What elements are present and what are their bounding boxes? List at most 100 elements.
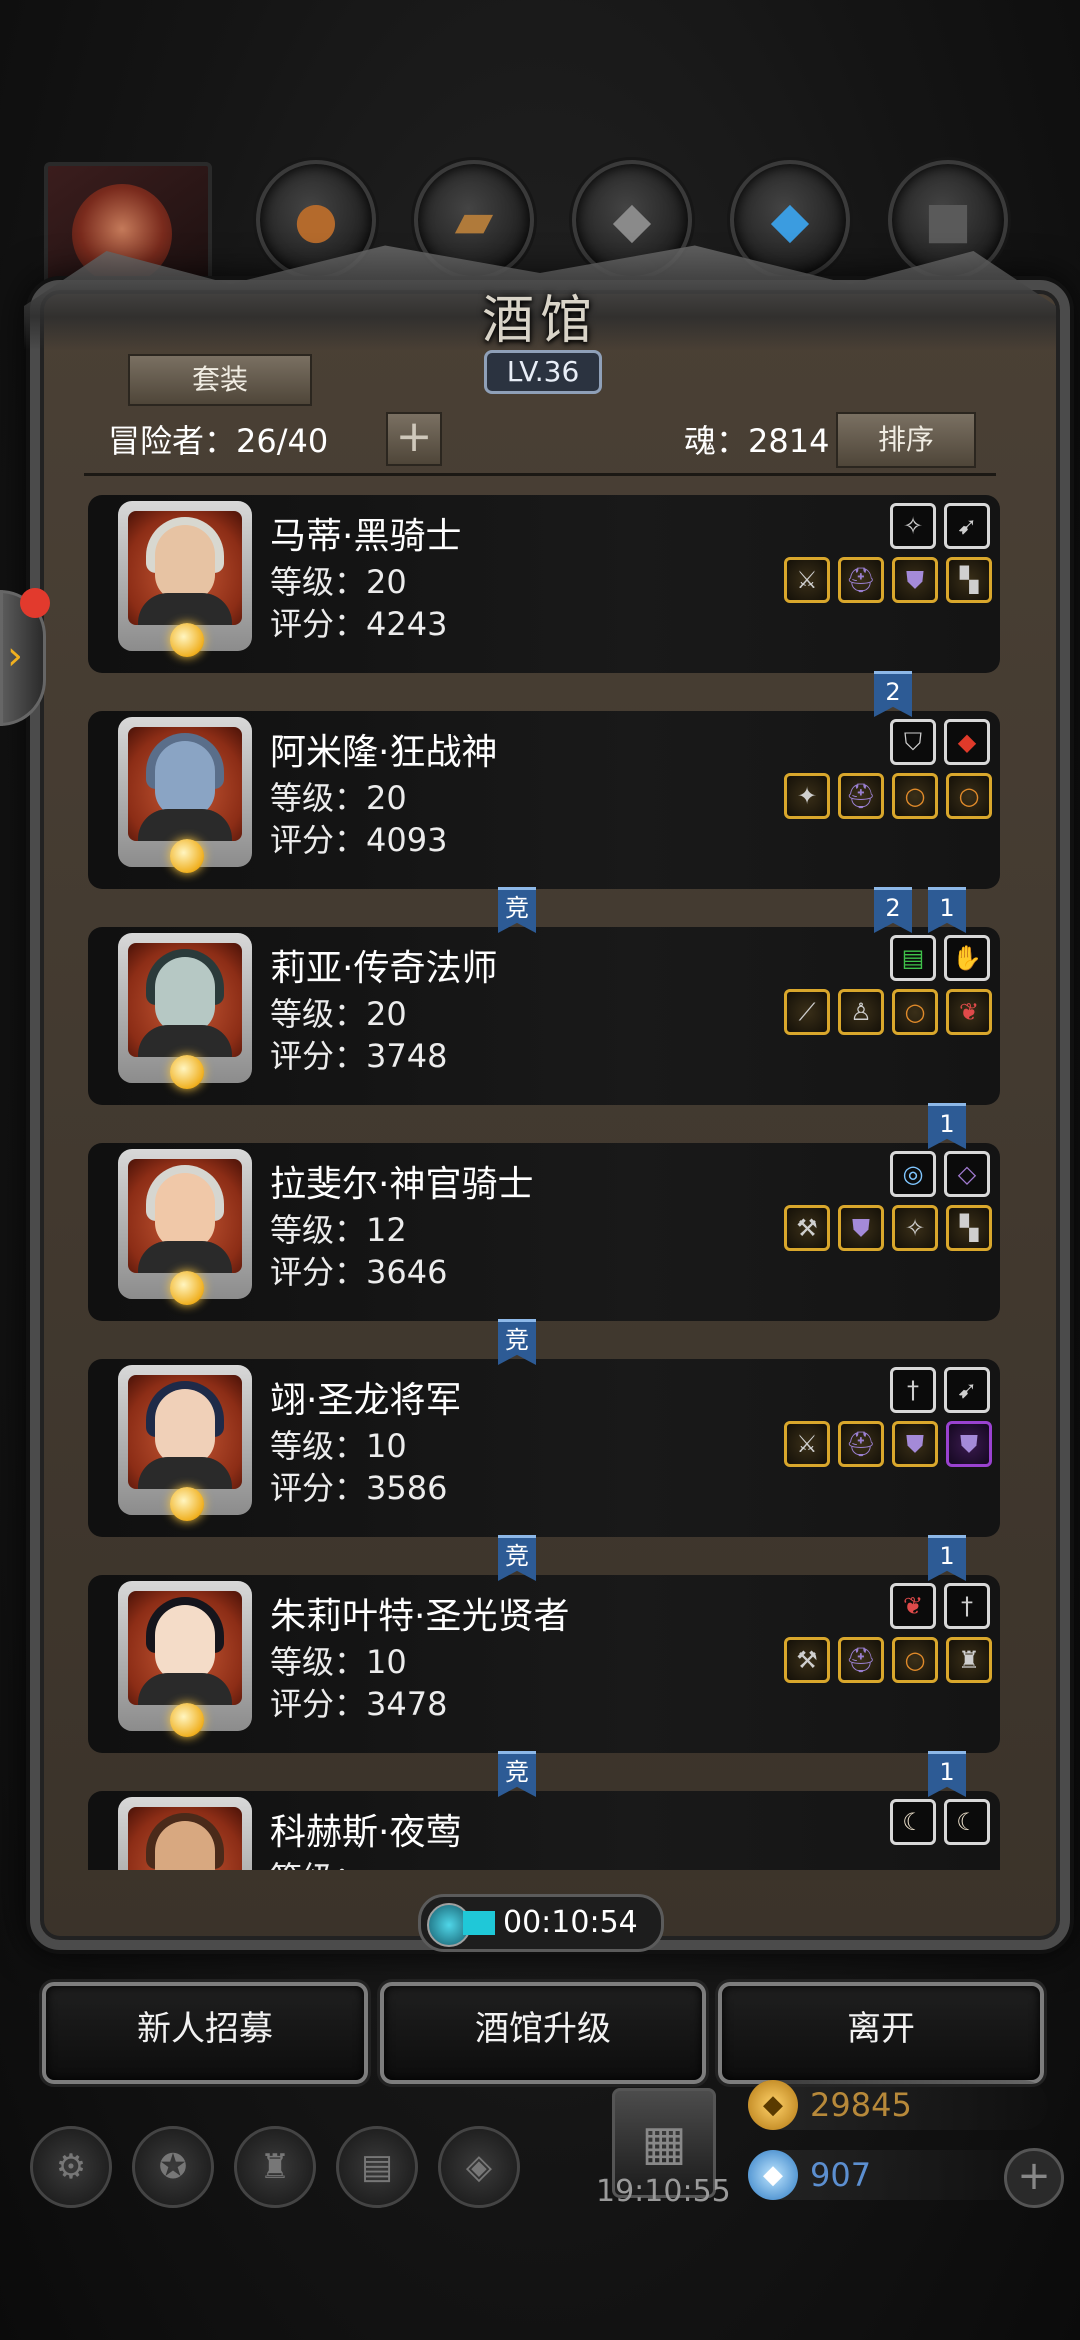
hero-card[interactable]: 拉斐尔·神官骑士 等级：12 评分：3646 ◎ ◇ ⚒ ⛊ ✧ ▚ <box>88 1143 1000 1321</box>
gem-icon[interactable]: ◆ <box>944 719 990 765</box>
hero-card[interactable]: 科赫斯·夜莺等级： ☾☾ <box>88 1791 1000 1870</box>
armor-icon[interactable]: ⛊ <box>892 1421 938 1467</box>
hero-name: 朱莉叶特·圣光贤者 <box>270 1596 570 1637</box>
hero-card[interactable]: 阿米隆·狂战神 等级：20 评分：4093 ⛉ ◆ ✦ ⛑ ○ ○ <box>88 711 1000 889</box>
bow-icon[interactable]: ➹ <box>944 503 990 549</box>
hero-avatar[interactable] <box>118 717 252 873</box>
armor-icon[interactable]: ⛊ <box>946 1421 992 1467</box>
map-icon[interactable]: ▤ <box>336 2126 418 2208</box>
hero-avatar[interactable] <box>118 933 252 1089</box>
cube-icon[interactable]: ◈ <box>438 2126 520 2208</box>
ring-icon[interactable]: ○ <box>892 989 938 1035</box>
hero-level: 等级：10 <box>270 1427 407 1465</box>
moon-badge-icon <box>170 1271 204 1305</box>
helmet-icon[interactable]: ⛑ <box>838 557 884 603</box>
adventurer-count: 冒险者：26/40 <box>108 422 329 460</box>
bracelet-icon[interactable]: ◎ <box>890 1151 936 1197</box>
book-icon[interactable]: ▤ <box>890 935 936 981</box>
upgrade-tavern-button[interactable]: 酒馆升级 <box>380 1982 706 2084</box>
hero-avatar[interactable] <box>118 1581 252 1737</box>
hero-avatar[interactable] <box>118 1365 252 1521</box>
sort-button[interactable]: 排序 <box>836 412 976 468</box>
staff-icon[interactable]: ⟋ <box>784 989 830 1035</box>
timer-bar: 00:10:54 <box>418 1894 664 1952</box>
leave-button[interactable]: 离开 <box>718 1982 1044 2084</box>
mace-icon[interactable]: ✦ <box>784 773 830 819</box>
add-currency-button[interactable]: + <box>1004 2148 1064 2208</box>
soul-count: 魂：2814 <box>684 422 830 460</box>
shield-icon[interactable]: ⛉ <box>890 719 936 765</box>
diamond-bar: ◆ 907 <box>748 2150 1048 2200</box>
hero-name: 马蒂·黑骑士 <box>270 516 462 557</box>
hero-card[interactable]: 莉亚·传奇法师 等级：20 评分：3748 ▤ ✋ ⟋ ♙ ○ ❦ <box>88 927 1000 1105</box>
moon-badge-icon <box>170 1055 204 1089</box>
ring-icon[interactable]: ○ <box>892 773 938 819</box>
moon-badge-icon <box>170 1703 204 1737</box>
ring-icon[interactable]: ○ <box>892 1637 938 1683</box>
necklace-icon[interactable]: ❦ <box>890 1583 936 1629</box>
hero-name: 拉斐尔·神官骑士 <box>270 1164 534 1205</box>
hero-portrait-icon <box>128 727 242 841</box>
blue-crystal-icon: ◆ <box>770 191 810 249</box>
hero-card[interactable]: 翊·圣龙将军 等级：10 评分：3586 † ➹ ⚔ ⛑ ⛊ ⛊ <box>88 1359 1000 1537</box>
settings-icon[interactable]: ⚙ <box>30 2126 112 2208</box>
chevron-right-icon: › <box>7 633 23 679</box>
hero-name: 阿米隆·狂战神 <box>270 732 498 773</box>
moon-badge-icon <box>170 1487 204 1521</box>
hero-portrait-icon <box>128 1807 242 1870</box>
hero-level: 等级：10 <box>270 1643 407 1681</box>
badge-icon[interactable]: ✪ <box>132 2126 214 2208</box>
hero-list[interactable]: 马蒂·黑骑士 等级：20 评分：4243 ✧ ➹ ⚔ ⛑ ⛊ ▚ 阿米隆·狂战神 等级：20 评分：4… <box>60 480 1020 1870</box>
ring-icon[interactable]: ○ <box>946 773 992 819</box>
refresh-timer: 00:10:54 <box>503 1905 638 1940</box>
armor-icon[interactable]: ⛊ <box>838 1205 884 1251</box>
notification-dot <box>20 588 50 618</box>
recruit-button[interactable]: 新人招募 <box>42 1982 368 2084</box>
hero-avatar[interactable] <box>118 501 252 657</box>
bow-icon[interactable]: ➹ <box>944 1367 990 1413</box>
amulet-icon[interactable]: ✧ <box>892 1205 938 1251</box>
moon-badge-icon <box>170 623 204 657</box>
hero-portrait-icon <box>128 1159 242 1273</box>
level-badge: LV.36 <box>484 350 602 394</box>
hero-portrait-icon <box>128 1591 242 1705</box>
hero-avatar[interactable] <box>118 1797 252 1870</box>
boots-icon[interactable]: ▚ <box>946 1205 992 1251</box>
helmet-icon[interactable]: ⛑ <box>838 773 884 819</box>
hero-card[interactable]: 朱莉叶特·圣光贤者 等级：10 评分：3478 ❦ † ⚒ ⛑ ○ ♜ <box>88 1575 1000 1753</box>
add-slot-button[interactable]: + <box>386 412 442 466</box>
hero-portrait-icon <box>128 511 242 625</box>
hero-score: 评分：3748 <box>270 1037 448 1075</box>
diamond-icon: ◆ <box>748 2150 798 2200</box>
suit-button[interactable]: 套装 <box>128 354 312 406</box>
hero-portrait-icon <box>128 1375 242 1489</box>
glove-icon[interactable]: ✋ <box>944 935 990 981</box>
claw-icon[interactable]: ☾ <box>890 1799 936 1845</box>
hero-avatar[interactable] <box>118 1149 252 1305</box>
hero-name: 翊·圣龙将军 <box>270 1380 462 1421</box>
timer-progress <box>463 1911 495 1935</box>
claw-icon[interactable]: ☾ <box>944 1799 990 1845</box>
dagger-icon[interactable]: † <box>944 1583 990 1629</box>
hero-card[interactable]: 马蒂·黑骑士 等级：20 评分：4243 ✧ ➹ ⚔ ⛑ ⛊ ▚ <box>88 495 1000 673</box>
helmet-icon[interactable]: ⛑ <box>838 1421 884 1467</box>
moon-badge-icon <box>170 839 204 873</box>
hero-level: 等级：20 <box>270 563 407 601</box>
hero-score: 评分：4093 <box>270 821 448 859</box>
dagger-icon[interactable]: † <box>890 1367 936 1413</box>
hammer-icon[interactable]: ⚒ <box>784 1637 830 1683</box>
castle-icon[interactable]: ♜ <box>234 2126 316 2208</box>
armor-icon[interactable]: ⛊ <box>892 557 938 603</box>
sword-icon[interactable]: ⚔ <box>784 557 830 603</box>
gold-amount: 29845 <box>810 2086 912 2124</box>
crystal-icon[interactable]: ◇ <box>944 1151 990 1197</box>
axe-icon[interactable]: ⚒ <box>784 1205 830 1251</box>
necklace-icon[interactable]: ❦ <box>946 989 992 1035</box>
helmet-icon[interactable]: ⛑ <box>838 1637 884 1683</box>
sword-icon[interactable]: ⚔ <box>784 1421 830 1467</box>
amulet-icon[interactable]: ✧ <box>890 503 936 549</box>
robe-icon[interactable]: ♙ <box>838 989 884 1035</box>
cloak-icon[interactable]: ♜ <box>946 1637 992 1683</box>
boots-icon[interactable]: ▚ <box>946 557 992 603</box>
hero-name: 莉亚·传奇法师 <box>270 948 498 989</box>
